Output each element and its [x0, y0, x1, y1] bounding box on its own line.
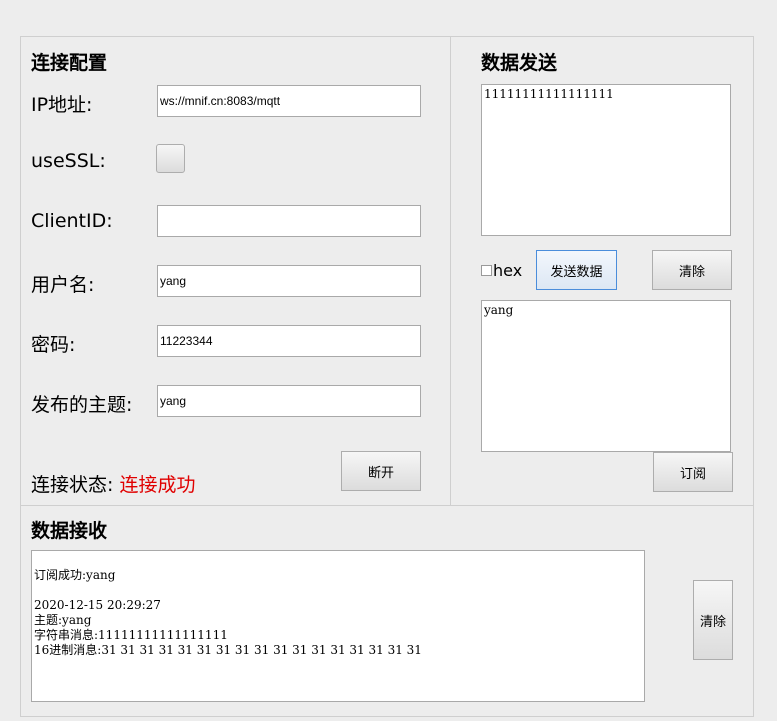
send-clear-button[interactable]: 清除: [652, 250, 732, 290]
status-label-text: 连接状态:: [31, 474, 120, 496]
send-heading: 数据发送: [481, 52, 558, 74]
ssl-checkbox[interactable]: [156, 144, 185, 173]
clientid-label: ClientID:: [31, 210, 113, 232]
hex-checkbox[interactable]: [481, 265, 492, 276]
send-message-textarea[interactable]: 11111111111111111: [481, 84, 731, 236]
receive-log-textarea[interactable]: 订阅成功:yang 2020-12-15 20:29:27 主题:yang 字符…: [31, 550, 645, 702]
status-label: 连接状态: 连接成功: [31, 470, 195, 497]
ip-label: IP地址:: [31, 94, 93, 116]
password-label: 密码:: [31, 334, 76, 356]
receive-heading: 数据接收: [31, 520, 108, 542]
hex-checkbox-group[interactable]: hex: [481, 261, 522, 280]
receive-clear-button[interactable]: 清除: [693, 580, 733, 660]
topic-input[interactable]: [157, 385, 421, 417]
username-input[interactable]: [157, 265, 421, 297]
ip-input[interactable]: [157, 85, 421, 117]
password-input[interactable]: [157, 325, 421, 357]
topic-label: 发布的主题:: [31, 394, 133, 416]
send-data-button[interactable]: 发送数据: [536, 250, 617, 290]
hex-label: hex: [493, 261, 523, 280]
subscribe-button[interactable]: 订阅: [653, 452, 733, 492]
connection-heading: 连接配置: [31, 52, 108, 74]
disconnect-button[interactable]: 断开: [341, 451, 421, 491]
ssl-label: useSSL:: [31, 150, 106, 172]
clientid-input[interactable]: [157, 205, 421, 237]
subscribe-topic-textarea[interactable]: yang: [481, 300, 731, 452]
username-label: 用户名:: [31, 274, 95, 296]
status-value: 连接成功: [119, 474, 196, 496]
